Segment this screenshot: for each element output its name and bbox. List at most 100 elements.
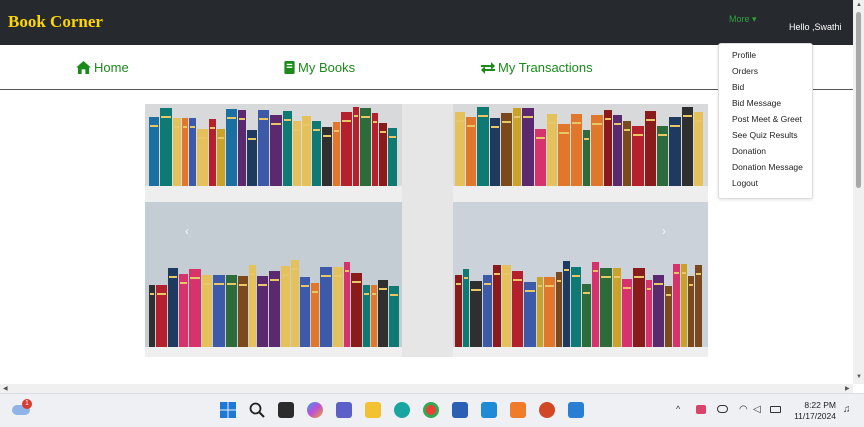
book-spine	[501, 113, 512, 186]
copilot-icon[interactable]	[307, 402, 323, 418]
taskbar-date[interactable]: 11/17/2024	[788, 411, 836, 421]
carousel-prev-button[interactable]: ‹	[185, 224, 189, 238]
scroll-up-arrow-icon[interactable]: ▲	[856, 2, 862, 8]
taskbar-time[interactable]: 8:22 PM	[792, 400, 836, 410]
search-icon[interactable]	[249, 402, 265, 418]
battery-icon[interactable]	[770, 406, 781, 413]
book-spine	[351, 273, 362, 347]
nav-home-link[interactable]: Home	[76, 60, 129, 75]
book-spine	[463, 269, 469, 347]
vertical-scrollbar[interactable]: ▲ ▼	[853, 0, 864, 384]
teams-icon[interactable]	[336, 402, 352, 418]
book-spine	[300, 277, 310, 347]
nav-my-transactions-link[interactable]: My Transactions	[481, 60, 593, 75]
menu-item-bid[interactable]: Bid	[732, 82, 744, 92]
brand-logo[interactable]: Book Corner	[8, 12, 103, 32]
powerpoint-icon[interactable]	[539, 402, 555, 418]
book-spine-band	[525, 290, 535, 292]
book-spine	[182, 118, 188, 186]
cloud-icon[interactable]	[717, 405, 728, 413]
book-spine-band	[183, 126, 187, 128]
vertical-scroll-thumb[interactable]	[856, 12, 861, 188]
edge-icon[interactable]	[394, 402, 410, 418]
photos-icon[interactable]	[568, 402, 584, 418]
scroll-right-arrow-icon[interactable]: ▶	[845, 385, 850, 392]
book-spine-band	[634, 276, 644, 278]
book-spine-band	[545, 285, 554, 287]
book-spine-band	[203, 283, 211, 285]
book-spine-band	[572, 275, 580, 277]
menu-item-post-meet-greet[interactable]: Post Meet & Greet	[732, 114, 802, 124]
book-spine	[591, 115, 603, 186]
menu-item-donation[interactable]: Donation	[732, 146, 766, 156]
book-spine	[600, 268, 612, 347]
book-spine	[477, 107, 489, 186]
more-dropdown-menu: Profile Orders Bid Bid Message Post Meet…	[718, 43, 813, 199]
book-spine-band	[190, 126, 195, 128]
book-spine	[571, 114, 582, 186]
book-spine	[372, 113, 378, 186]
notification-bell-icon[interactable]: ♫	[843, 404, 851, 415]
book-spine	[281, 266, 290, 347]
book-spine	[466, 117, 476, 186]
scroll-down-arrow-icon[interactable]: ▼	[856, 374, 862, 380]
book-spine	[302, 116, 311, 186]
scroll-left-arrow-icon[interactable]: ◀	[3, 385, 8, 392]
book-spine-band	[471, 289, 481, 291]
book-spine-band	[334, 275, 342, 277]
nav-my-books-link[interactable]: My Books	[284, 60, 355, 75]
book-spine	[344, 262, 350, 347]
book-icon	[284, 61, 295, 74]
book-spine	[613, 268, 621, 347]
user-greeting: Hello ,Swathi	[789, 22, 842, 32]
book-spine-band	[696, 273, 701, 275]
book-spine	[645, 111, 656, 186]
file-explorer-icon[interactable]	[365, 402, 381, 418]
book-spine-band	[227, 117, 236, 119]
book-spine	[544, 277, 555, 347]
book-spine-band	[666, 294, 671, 296]
book-spine	[209, 119, 216, 186]
book-spine-band	[605, 118, 611, 120]
menu-item-bid-message[interactable]: Bid Message	[732, 98, 781, 108]
menu-item-see-quiz-results[interactable]: See Quiz Results	[732, 130, 798, 140]
menu-item-orders[interactable]: Orders	[732, 66, 758, 76]
book-spine-band	[169, 276, 177, 278]
book-spine	[563, 261, 570, 347]
book-spine-band	[312, 291, 318, 293]
book-spine-band	[623, 287, 631, 289]
horizontal-scrollbar[interactable]: ◀ ▶	[0, 384, 853, 393]
carousel-next-button[interactable]: ›	[662, 224, 666, 238]
book-spine	[622, 279, 632, 347]
tray-app-icon[interactable]	[696, 405, 706, 414]
nav-my-books-label: My Books	[298, 60, 356, 75]
book-spine	[669, 117, 681, 186]
menu-item-donation-message[interactable]: Donation Message	[732, 162, 803, 172]
book-spine-band	[689, 284, 693, 286]
notepad-icon[interactable]	[481, 402, 497, 418]
book-spine	[537, 277, 543, 347]
xampp-icon[interactable]	[510, 402, 526, 418]
book-spine	[160, 108, 172, 186]
wifi-icon[interactable]: ◠	[739, 404, 748, 415]
book-spine-band	[456, 283, 461, 285]
start-windows-icon[interactable]	[220, 402, 236, 418]
book-spine-band	[658, 134, 667, 136]
menu-item-logout[interactable]: Logout	[732, 178, 758, 188]
book-spine-band	[538, 285, 542, 287]
book-spine-band	[150, 293, 154, 295]
book-spine-band	[380, 131, 386, 133]
book-spine	[320, 267, 332, 347]
book-spine-band	[564, 269, 569, 271]
more-dropdown-toggle[interactable]: More ▾	[729, 14, 757, 25]
chevron-up-icon[interactable]: ^	[676, 404, 680, 414]
task-view-icon[interactable]	[278, 402, 294, 418]
book-spine	[179, 274, 188, 347]
book-spine-band	[157, 293, 166, 295]
book-spine-band	[683, 115, 692, 117]
word-icon[interactable]	[452, 402, 468, 418]
menu-item-profile[interactable]: Profile	[732, 50, 756, 60]
volume-icon[interactable]: ◁	[753, 404, 761, 415]
book-spine	[522, 108, 534, 186]
chrome-icon[interactable]	[423, 402, 439, 418]
